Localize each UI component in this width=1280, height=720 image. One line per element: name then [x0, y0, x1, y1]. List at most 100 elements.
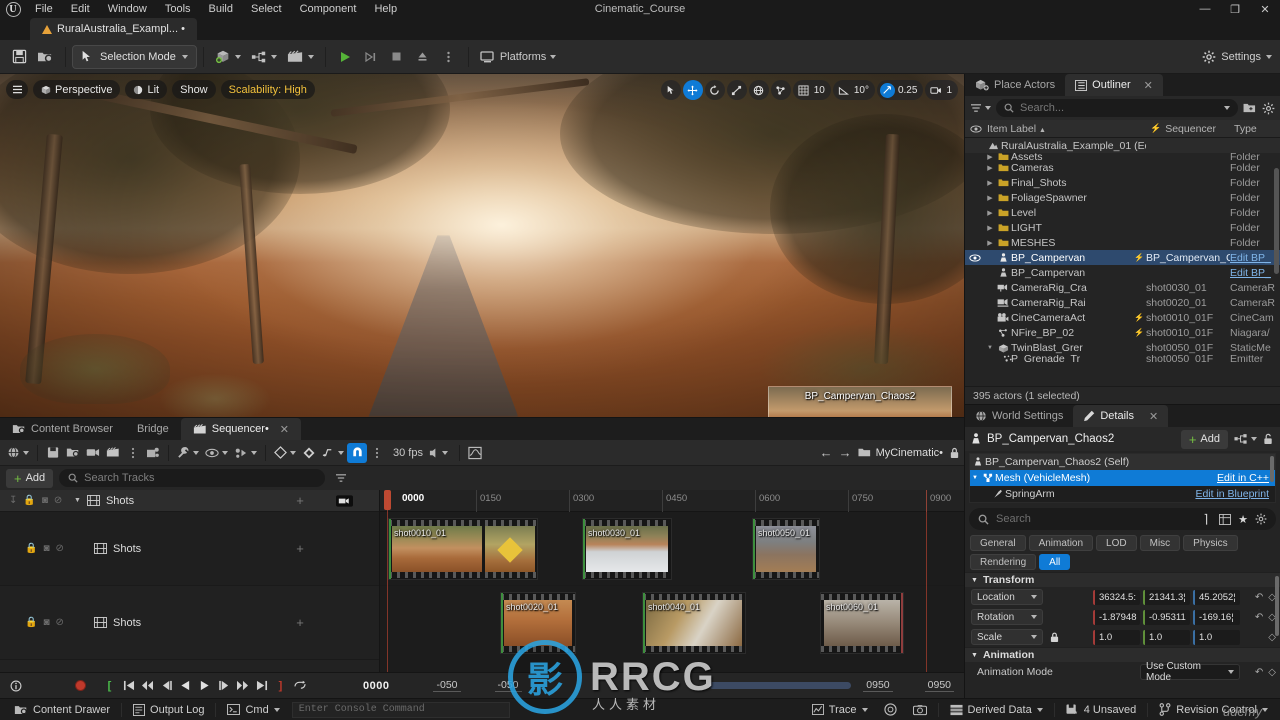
set-range-start-button[interactable]: [ [100, 676, 119, 695]
star-icon[interactable]: ★ [1238, 513, 1248, 526]
record-button[interactable] [71, 676, 90, 695]
seq-visibility-button[interactable] [202, 443, 231, 463]
chevron-down-icon-os[interactable] [1224, 106, 1230, 110]
lock-track-icon[interactable]: 🔒 [23, 495, 35, 506]
rotate-gizmo-icon[interactable] [704, 80, 725, 100]
column-item-label[interactable]: Item Label ▲ [987, 123, 1150, 135]
world-coords-icon[interactable] [748, 80, 769, 100]
location-z-field[interactable]: 45.2052¦ [1193, 589, 1240, 605]
viewport-perspective-button[interactable]: Perspective [33, 80, 121, 99]
section-expander-animation[interactable]: ▼ [971, 652, 978, 659]
browse-content-button[interactable] [32, 44, 59, 70]
expander-icon-4[interactable]: ▶ [985, 194, 995, 202]
rotation-z-field[interactable]: -169.16¦ [1193, 609, 1240, 625]
section-header-animation[interactable]: ▼ Animation [965, 647, 1280, 662]
tab-place-actors[interactable]: Place Actors [965, 74, 1065, 96]
play-button[interactable] [332, 44, 358, 70]
component-row-springarm[interactable]: SpringArm Edit in Blueprint [970, 486, 1275, 502]
add-component-button[interactable]: + Add [1180, 429, 1228, 449]
shot-clip-0050[interactable]: shot0050_01 [752, 518, 820, 580]
animation-mode-actions[interactable]: ↶ ◇ [1244, 667, 1280, 678]
solo-track-icon-2[interactable]: ⊘ [56, 617, 64, 628]
rotation-y-field[interactable]: -0.95311 [1143, 609, 1190, 625]
menu-window[interactable]: Window [99, 0, 156, 18]
scale-y-field[interactable]: 1.0 [1143, 629, 1190, 645]
outliner-row-9-type[interactable]: Edit BP_ [1230, 267, 1276, 279]
menu-component[interactable]: Component [291, 0, 366, 18]
timeline-ruler[interactable]: 0000 0150 0300 0450 0600 0750 0900 [380, 490, 964, 512]
solo-track-icon[interactable]: ⊘ [54, 495, 62, 506]
rotation-values[interactable]: -1.87948 -0.95311 -169.16¦ [1093, 609, 1240, 625]
jump-to-end-button[interactable] [252, 676, 271, 695]
details-close-icon[interactable]: ✕ [1149, 410, 1158, 423]
clip-edge-right-6[interactable] [901, 593, 903, 653]
lock-details-button[interactable] [1263, 433, 1274, 445]
expander-icon[interactable]: ▼ [74, 497, 81, 504]
mute-track-icon[interactable]: ◙ [42, 495, 48, 506]
viewport-show-button[interactable]: Show [172, 80, 216, 99]
loop-button[interactable] [290, 676, 309, 695]
location-x-field[interactable]: 36324.5: [1093, 589, 1140, 605]
property-row-animation-mode[interactable]: Animation Mode Use Custom Mode ↶ ◇ [965, 661, 1280, 683]
outliner-row-nfire-bp-02[interactable]: NFire_BP_02 ⚡ shot0010_01F Niagara/ [965, 325, 1280, 340]
search-tracks-input[interactable]: Search Tracks [59, 469, 326, 487]
section-expander-transform[interactable]: ▼ [971, 577, 978, 584]
step-button[interactable] [358, 44, 384, 70]
seq-key-interp-button[interactable] [299, 443, 319, 463]
fps-selector[interactable]: 30 fps [387, 443, 454, 463]
snap-magnet-button[interactable] [347, 442, 367, 463]
mute-track-icon-1[interactable]: ◙ [43, 543, 49, 554]
menu-help[interactable]: Help [365, 0, 406, 18]
expander-icon-1[interactable]: ▶ [985, 153, 995, 161]
master-track-toggles[interactable]: ↧ 🔒 ◙ ⊘ [0, 495, 74, 506]
angle-snap-control[interactable]: 10° [832, 80, 875, 100]
master-track-row[interactable]: ↧ 🔒 ◙ ⊘ ▼ Shots + [0, 490, 379, 512]
component-list-scrollbar[interactable] [1270, 456, 1274, 482]
range-end-value-2[interactable]: 0950 [924, 679, 954, 692]
close-icon[interactable]: ✕ [280, 423, 289, 436]
outliner-row-light[interactable]: ▶ LIGHT Folder [965, 220, 1280, 235]
details-filter-row[interactable]: General Animation LOD Misc Physics Rende… [965, 533, 1280, 572]
track-2-name[interactable]: Shots [74, 617, 291, 629]
track-filter-button[interactable] [331, 473, 351, 483]
component-row-self[interactable]: BP_Campervan_Chaos2 (Self) [970, 454, 1275, 470]
seq-playback-button[interactable] [231, 443, 260, 463]
outliner-row-cinecameraactor[interactable]: CineCameraAct ⚡ shot0010_01F CineCam [965, 310, 1280, 325]
outliner-row-camerarig-crane[interactable]: CameraRig_Cra shot0030_01 CameraR [965, 280, 1280, 295]
outliner-row-assets[interactable]: ▶ Assets Folder [965, 153, 1280, 160]
sequence-breadcrumb[interactable]: MyCinematic• [858, 447, 943, 459]
master-track-add-icon[interactable]: + [291, 493, 309, 508]
mute-track-icon-2[interactable]: ◙ [43, 617, 49, 628]
section-header-transform[interactable]: ▼ Transform [965, 572, 1280, 587]
cmd-button[interactable]: Cmd [219, 701, 287, 719]
menu-select[interactable]: Select [242, 0, 291, 18]
outliner-row-final-shots[interactable]: ▶ Final_Shots Folder [965, 175, 1280, 190]
rotation-x-field[interactable]: -1.87948 [1093, 609, 1140, 625]
filter-animation[interactable]: Animation [1028, 535, 1094, 551]
timeline-row-1[interactable]: shot0010_01 shot0030_01 shot0050_01 [380, 512, 964, 586]
track-2-add-icon[interactable]: + [291, 615, 309, 630]
details-search-input[interactable]: Search ⌉ ★ [969, 508, 1276, 530]
shot-clip-0030[interactable]: shot0030_01 [582, 518, 672, 580]
outliner-close-icon[interactable]: ✕ [1144, 79, 1153, 92]
expander-icon-7[interactable]: ▶ [985, 239, 995, 247]
timeline-scrollbar[interactable] [709, 682, 852, 689]
solo-track-icon-1[interactable]: ⊘ [56, 543, 64, 554]
minimize-button[interactable]: — [1190, 0, 1220, 18]
output-log-button[interactable]: Output Log [125, 701, 212, 719]
outliner-row-bp-campervan-selected[interactable]: BP_Campervan ⚡ BP_Campervan_Chaos2_ Edit… [965, 250, 1280, 265]
grid-snap-control[interactable]: 10 [792, 80, 831, 100]
picture-in-picture-preview[interactable]: BP_Campervan_Chaos2 100.000000 [768, 386, 952, 417]
scale-x-field[interactable]: 1.0 [1093, 629, 1140, 645]
render-movie-button[interactable] [103, 443, 123, 463]
content-drawer-button[interactable]: Content Drawer [6, 701, 118, 719]
range-start-value-2[interactable]: -050 [494, 679, 522, 692]
seq-more-button[interactable] [123, 443, 143, 463]
play-reverse-button[interactable] [176, 676, 195, 695]
component-row-mesh[interactable]: ▼ Mesh (VehicleMesh) Edit in C++ [970, 470, 1275, 486]
filter-lod[interactable]: LOD [1096, 535, 1137, 551]
save-sequence-button[interactable]: * [43, 443, 63, 463]
details-scrollbar[interactable] [1275, 576, 1279, 636]
seq-curve-editor-button[interactable] [319, 443, 347, 463]
tab-sequencer[interactable]: Sequencer• ✕ [180, 418, 302, 440]
